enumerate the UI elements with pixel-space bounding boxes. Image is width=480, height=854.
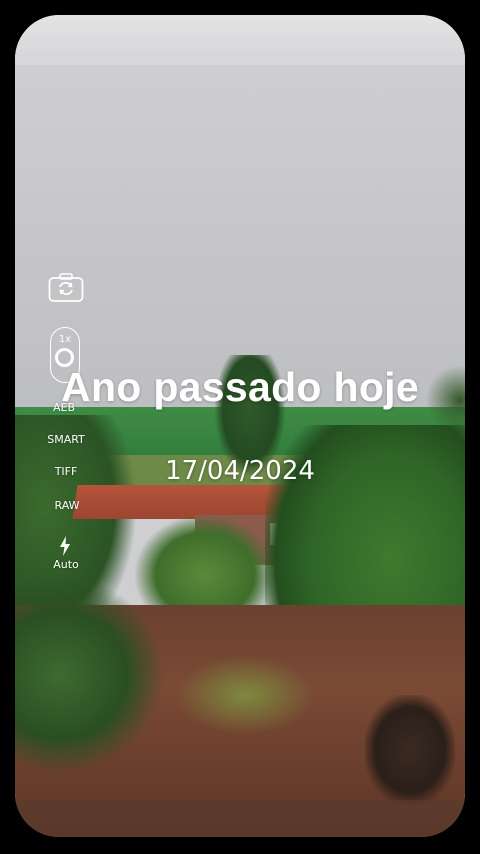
camera-switch-icon[interactable]	[48, 272, 84, 304]
mode-raw[interactable]: RAW	[40, 499, 94, 512]
photo-frame	[15, 15, 465, 837]
zoom-level: 1x	[58, 334, 72, 345]
mode-smart[interactable]: SMART	[38, 433, 94, 446]
memory-date: 17/04/2024	[165, 456, 315, 486]
bottom-shade	[15, 800, 465, 837]
tree-stump	[365, 695, 455, 805]
sky-highlight	[15, 15, 465, 65]
flash-mode-label[interactable]: Auto	[44, 558, 88, 571]
plant	[15, 575, 165, 775]
flash-icon[interactable]	[58, 535, 72, 557]
grass-patch	[175, 655, 315, 735]
memory-title: Ano passado hoje	[61, 364, 419, 410]
